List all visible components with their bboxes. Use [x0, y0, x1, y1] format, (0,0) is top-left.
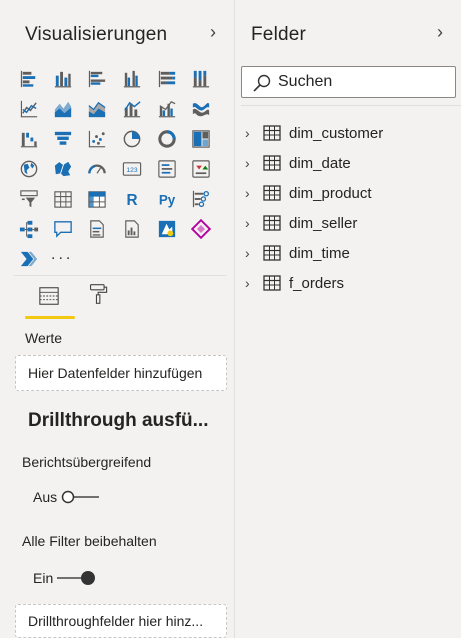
fields-title: Felder — [251, 24, 307, 45]
clustered-bar-chart-icon[interactable] — [86, 68, 108, 90]
stacked-column-chart-icon[interactable] — [52, 68, 74, 90]
expand-chevron-icon[interactable]: › — [245, 155, 259, 171]
clustered-column-chart-icon[interactable] — [121, 68, 143, 90]
search-icon — [253, 74, 271, 92]
expand-chevron-icon[interactable]: › — [245, 215, 259, 231]
filled-map-icon[interactable] — [52, 158, 74, 180]
field-table-dim-product[interactable]: › dim_product — [245, 182, 372, 204]
qa-visual-icon[interactable] — [52, 218, 74, 240]
search-placeholder: Suchen — [278, 73, 333, 90]
power-apps-visual-icon[interactable] — [156, 218, 178, 240]
table-icon — [263, 155, 281, 171]
keep-filters-toggle[interactable]: Ein — [33, 569, 113, 587]
field-table-f-orders[interactable]: › f_orders — [245, 272, 344, 294]
slicer-icon[interactable] — [18, 188, 40, 210]
active-tab-indicator — [25, 316, 75, 319]
table-icon — [263, 245, 281, 261]
stacked-bar-chart-icon[interactable] — [18, 68, 40, 90]
power-automate-flow-icon[interactable] — [18, 248, 40, 270]
python-visual-icon[interactable]: Py — [156, 188, 178, 210]
table-icon — [263, 275, 281, 291]
gauge-icon[interactable] — [86, 158, 108, 180]
more-visuals-ellipsis[interactable]: ... — [51, 246, 73, 264]
field-table-name: dim_date — [289, 154, 351, 172]
cross-report-state: Aus — [33, 489, 58, 505]
100-stacked-bar-icon[interactable] — [156, 68, 178, 90]
toggle-on-icon — [57, 571, 95, 585]
pane-divider — [234, 0, 235, 638]
table-icon — [263, 215, 281, 231]
stacked-area-chart-icon[interactable] — [86, 98, 108, 120]
field-table-dim-seller[interactable]: › dim_seller — [245, 212, 357, 234]
treemap-icon[interactable] — [190, 128, 212, 150]
expand-chevron-icon[interactable]: › — [245, 185, 259, 201]
paginated-report-icon[interactable] — [121, 218, 143, 240]
card-icon[interactable]: 123 — [121, 158, 143, 180]
svg-text:Py: Py — [159, 192, 176, 207]
values-drop-zone[interactable]: Hier Datenfelder hinzufügen — [15, 355, 227, 391]
matrix-icon[interactable] — [86, 188, 108, 210]
keep-filters-label: Alle Filter beibehalten — [22, 533, 157, 549]
fields-search-input[interactable]: Suchen — [241, 66, 456, 98]
visualizations-title: Visualisierungen — [25, 24, 168, 45]
table-icon[interactable] — [52, 188, 74, 210]
line-chart-icon[interactable] — [18, 98, 40, 120]
svg-text:R: R — [126, 192, 137, 209]
cross-report-label: Berichtsübergreifend — [22, 454, 152, 470]
field-table-dim-time[interactable]: › dim_time — [245, 242, 350, 264]
collapse-fields-chevron-icon[interactable]: › — [437, 22, 443, 43]
ribbon-chart-icon[interactable] — [190, 98, 212, 120]
field-table-name: dim_seller — [289, 214, 358, 232]
field-table-dim-customer[interactable]: › dim_customer — [245, 122, 383, 144]
decomposition-tree-icon[interactable] — [18, 218, 40, 240]
drillthrough-section-title: Drillthrough ausfü... — [28, 410, 209, 431]
drillthrough-drop-zone[interactable]: Drillthroughfelder hier hinz... — [15, 604, 227, 638]
format-paint-roller-icon[interactable] — [88, 283, 112, 309]
line-clustered-column-icon[interactable] — [156, 98, 178, 120]
map-icon[interactable] — [18, 158, 40, 180]
field-table-dim-date[interactable]: › dim_date — [245, 152, 351, 174]
waterfall-chart-icon[interactable] — [18, 128, 40, 150]
r-script-visual-icon[interactable]: R — [121, 188, 143, 210]
gallery-divider — [14, 275, 226, 276]
expand-chevron-icon[interactable]: › — [245, 275, 259, 291]
collapse-visualizations-chevron-icon[interactable]: › — [210, 22, 216, 43]
funnel-chart-icon[interactable] — [52, 128, 74, 150]
search-divider — [241, 105, 461, 106]
expand-chevron-icon[interactable]: › — [245, 245, 259, 261]
multi-row-card-icon[interactable] — [156, 158, 178, 180]
svg-text:123: 123 — [126, 167, 137, 174]
key-influencers-icon[interactable] — [190, 188, 212, 210]
100-stacked-column-icon[interactable] — [190, 68, 212, 90]
toggle-off-icon — [61, 490, 99, 504]
field-table-name: f_orders — [289, 274, 345, 292]
fields-tab-icon[interactable] — [38, 285, 62, 309]
donut-chart-icon[interactable] — [156, 128, 178, 150]
kpi-icon[interactable] — [190, 158, 212, 180]
pie-chart-icon[interactable] — [121, 128, 143, 150]
field-table-name: dim_product — [289, 184, 372, 202]
keep-filters-state: Ein — [33, 570, 54, 586]
area-chart-icon[interactable] — [52, 98, 74, 120]
field-table-name: dim_time — [289, 244, 350, 262]
values-label: Werte — [25, 330, 63, 346]
smart-narrative-icon[interactable] — [86, 218, 108, 240]
table-icon — [263, 125, 281, 141]
line-stacked-column-icon[interactable] — [121, 98, 143, 120]
power-automate-visual-icon[interactable] — [190, 218, 212, 240]
scatter-chart-icon[interactable] — [86, 128, 108, 150]
expand-chevron-icon[interactable]: › — [245, 125, 259, 141]
cross-report-toggle[interactable]: Aus — [33, 488, 113, 506]
table-icon — [263, 185, 281, 201]
field-table-name: dim_customer — [289, 124, 384, 142]
